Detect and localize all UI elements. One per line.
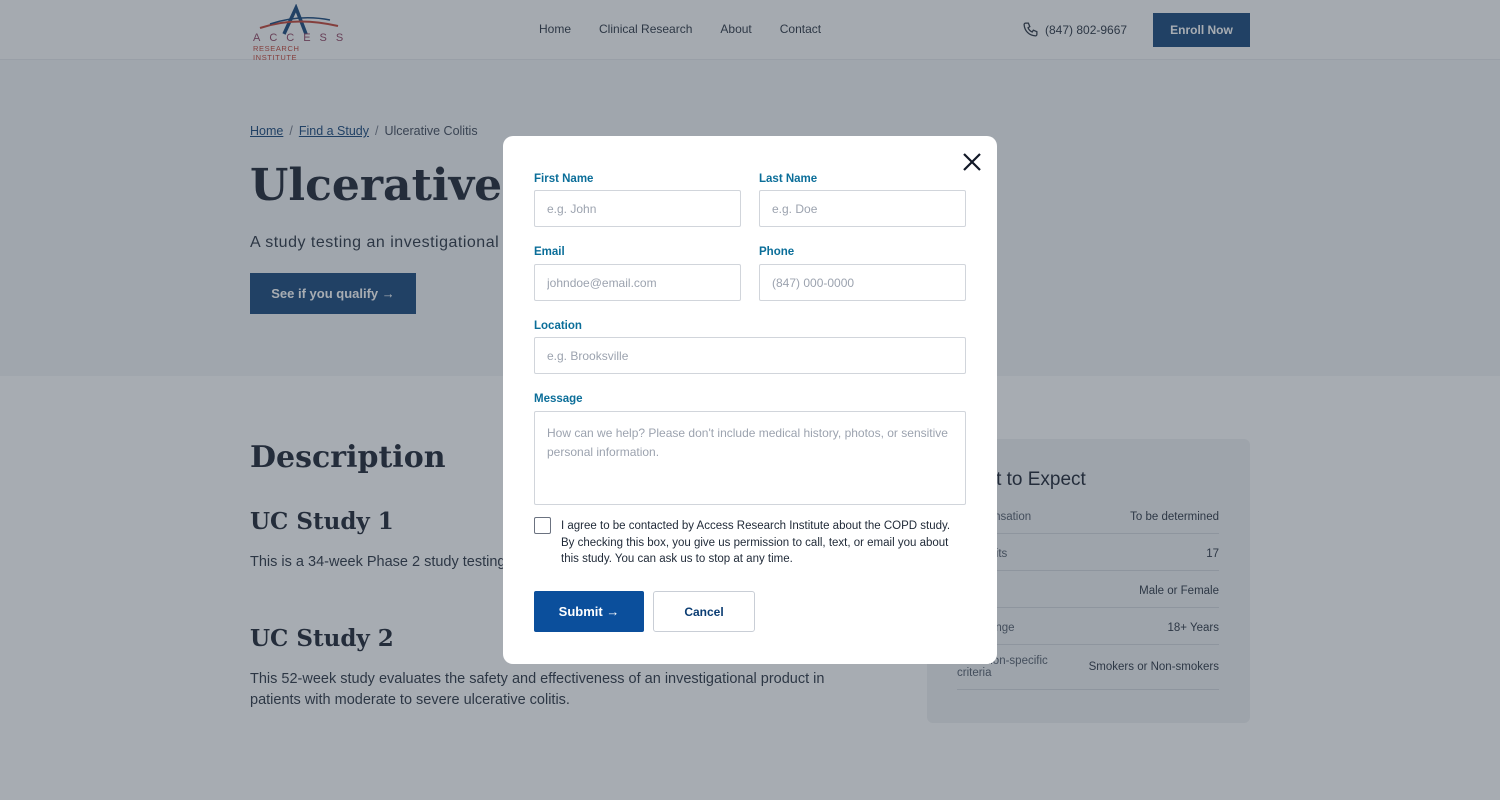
location-label: Location [534, 320, 582, 332]
first-name-input[interactable] [534, 190, 741, 227]
phone-label: Phone [759, 246, 795, 258]
phone-input[interactable] [759, 264, 966, 301]
cancel-button[interactable]: Cancel [653, 591, 755, 632]
consent-checkbox[interactable] [534, 517, 551, 534]
email-input[interactable] [534, 264, 741, 301]
contact-modal: First Name Last Name Email Phone Locatio… [503, 136, 997, 664]
first-name-label: First Name [534, 173, 594, 185]
last-name-label: Last Name [759, 173, 818, 185]
submit-button[interactable]: Submit → [534, 591, 644, 632]
last-name-input[interactable] [759, 190, 966, 227]
location-input[interactable] [534, 337, 966, 374]
close-icon[interactable] [961, 151, 983, 173]
message-textarea[interactable] [534, 411, 966, 505]
consent-text: I agree to be contacted by Access Resear… [561, 520, 951, 565]
email-label: Email [534, 246, 565, 258]
message-label: Message [534, 393, 583, 405]
